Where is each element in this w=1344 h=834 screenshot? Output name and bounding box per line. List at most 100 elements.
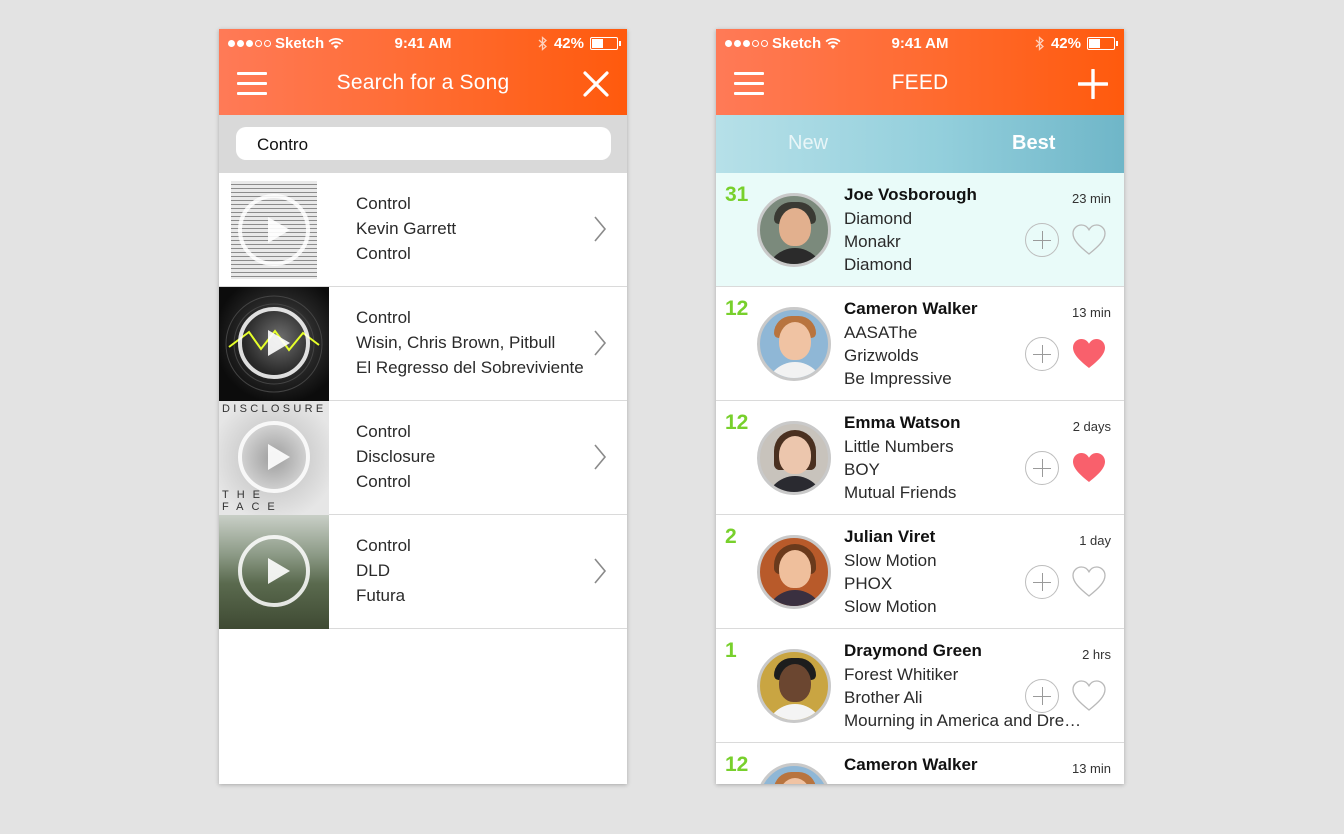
search-bar: Contro	[219, 115, 627, 173]
play-icon[interactable]	[238, 535, 310, 607]
user-name[interactable]: Cameron Walker	[844, 755, 978, 775]
song-album: Mourning in America and Dre…	[844, 711, 1082, 730]
song-artist: DLD	[356, 561, 391, 580]
album-art	[219, 515, 329, 629]
user-name[interactable]: Cameron Walker	[844, 299, 978, 319]
song-album: Mutual Friends	[844, 483, 957, 502]
song-album: Slow Motion	[844, 597, 937, 616]
search-input[interactable]: Contro	[236, 127, 611, 160]
song-info: Control DLD Futura	[356, 533, 411, 608]
avatar[interactable]	[757, 421, 831, 495]
feed-item[interactable]: 31 Joe Vosborough Diamond Monakr Diamond…	[716, 173, 1124, 287]
heart-icon[interactable]	[1071, 223, 1107, 257]
score: 12	[725, 411, 749, 434]
chevron-right-icon[interactable]	[593, 329, 607, 357]
song-artist: PHOX	[844, 574, 893, 593]
nav-bar: Sketch 9:41 AM 42% Search for a Song	[219, 29, 627, 115]
bluetooth-icon	[538, 36, 547, 51]
song-result[interactable]: Control DLD Futura	[219, 515, 627, 629]
feed-item[interactable]: 2 Julian Viret Slow Motion PHOX Slow Mot…	[716, 515, 1124, 629]
song-album: Diamond	[844, 255, 913, 274]
heart-icon[interactable]	[1071, 451, 1107, 485]
song-info: Control Kevin Garrett Control	[356, 191, 456, 266]
tab-best[interactable]: Best	[1012, 132, 1055, 155]
song-artist: Brother Ali	[844, 688, 923, 707]
score: 1	[725, 639, 737, 662]
song-artist: Monakr	[844, 232, 901, 251]
feed-item[interactable]: 12 Cameron Walker AASAThe Grizwolds Be I…	[716, 287, 1124, 401]
post-time: 13 min	[1071, 305, 1111, 320]
post-time: 2 days	[1072, 419, 1111, 434]
song-result[interactable]: Control Wisin, Chris Brown, Pitbull El R…	[219, 287, 627, 401]
feed-item[interactable]: 12 Cameron Walker 13 min	[716, 743, 1124, 784]
song-artist: Grizwolds	[844, 346, 919, 365]
plus-icon[interactable]	[1078, 69, 1108, 99]
chevron-right-icon[interactable]	[593, 557, 607, 585]
add-circle-icon[interactable]	[1025, 565, 1059, 599]
play-icon[interactable]	[238, 194, 310, 266]
song-artist: Wisin, Chris Brown, Pitbull	[356, 333, 556, 352]
song-title: AASAThe	[844, 323, 918, 342]
avatar[interactable]	[757, 649, 831, 723]
user-name[interactable]: Julian Viret	[844, 527, 935, 547]
song-album: Futura	[356, 586, 406, 605]
add-circle-icon[interactable]	[1025, 337, 1059, 371]
song-title: Control	[356, 194, 411, 213]
add-circle-icon[interactable]	[1025, 451, 1059, 485]
heart-icon[interactable]	[1071, 337, 1107, 371]
close-icon[interactable]	[581, 69, 611, 99]
feed-item[interactable]: 12 Emma Watson Little Numbers BOY Mutual…	[716, 401, 1124, 515]
page-title: FEED	[891, 71, 949, 94]
status-right: 42%	[538, 35, 621, 52]
status-right: 42%	[1035, 35, 1118, 52]
song-album: Be Impressive	[844, 369, 952, 388]
avatar[interactable]	[757, 193, 831, 267]
heart-icon[interactable]	[1071, 565, 1107, 599]
song-title: Control	[356, 308, 411, 327]
feed-item[interactable]: 1 Draymond Green Forest Whitiker Brother…	[716, 629, 1124, 743]
song-title: Control	[356, 536, 411, 555]
play-icon[interactable]	[238, 307, 310, 379]
song-info: Control Disclosure Control	[356, 419, 435, 494]
tab-new[interactable]: New	[788, 132, 828, 155]
add-circle-icon[interactable]	[1025, 679, 1059, 713]
battery-icon	[590, 37, 621, 50]
song-result[interactable]: Control Kevin Garrett Control	[219, 173, 627, 287]
add-circle-icon[interactable]	[1025, 223, 1059, 257]
chevron-right-icon[interactable]	[593, 215, 607, 243]
song-artist: Disclosure	[356, 447, 436, 466]
avatar[interactable]	[757, 307, 831, 381]
song-artist: BOY	[844, 460, 880, 479]
feed-tabs: New Best	[716, 115, 1124, 173]
user-name[interactable]: Emma Watson	[844, 413, 961, 433]
song-title: Diamond	[844, 209, 913, 228]
battery-percent: 42%	[1050, 35, 1081, 52]
chevron-right-icon[interactable]	[593, 443, 607, 471]
song-album: Control	[356, 472, 411, 491]
song-info: Control Wisin, Chris Brown, Pitbull El R…	[356, 305, 584, 380]
score: 12	[725, 753, 749, 776]
status-bar: Sketch 9:41 AM 42%	[716, 29, 1124, 57]
song-result[interactable]: DISCLOSURE THE FACE Control Disclosure C…	[219, 401, 627, 515]
heart-icon[interactable]	[1071, 679, 1107, 713]
score: 31	[725, 183, 749, 206]
song-title: Slow Motion	[844, 551, 937, 570]
album-art: DISCLOSURE THE FACE	[219, 401, 329, 515]
avatar[interactable]	[757, 763, 831, 784]
song-album: El Regresso del Sobreviviente	[356, 358, 584, 377]
song-title: Forest Whitiker	[844, 665, 959, 684]
song-artist: Kevin Garrett	[356, 219, 457, 238]
avatar[interactable]	[757, 535, 831, 609]
user-name[interactable]: Draymond Green	[844, 641, 982, 661]
battery-percent: 42%	[553, 35, 584, 52]
album-art	[219, 287, 329, 401]
play-icon[interactable]	[238, 421, 310, 493]
nav-bar: Sketch 9:41 AM 42% FEED	[716, 29, 1124, 115]
score: 12	[725, 297, 749, 320]
post-time: 23 min	[1071, 191, 1111, 206]
user-name[interactable]: Joe Vosborough	[844, 185, 977, 205]
post-time: 13 min	[1071, 761, 1111, 776]
score: 2	[725, 525, 737, 548]
battery-icon	[1087, 37, 1118, 50]
song-title: Little Numbers	[844, 437, 954, 456]
